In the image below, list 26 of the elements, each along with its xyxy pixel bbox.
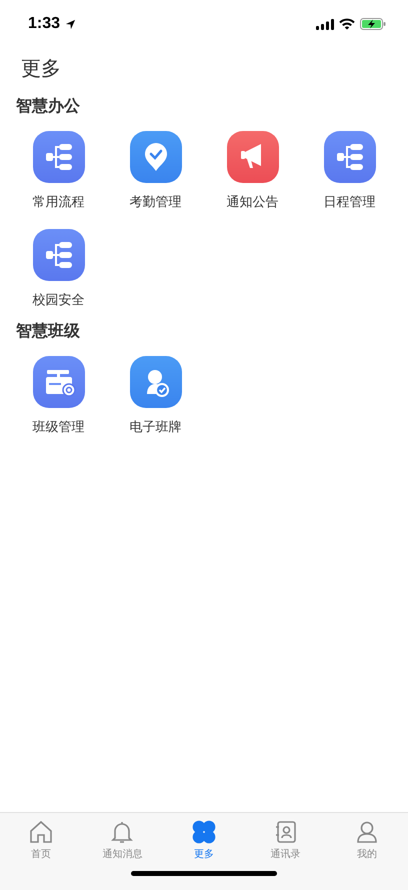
four-leaf-icon — [190, 819, 217, 845]
flowchart-icon[interactable] — [32, 229, 84, 281]
flowchart-icon[interactable] — [32, 131, 84, 183]
tab-bar-item[interactable]: 更多 — [163, 819, 245, 861]
battery-charging-icon — [360, 18, 386, 30]
app-label[interactable]: 通知公告 — [226, 193, 278, 211]
megaphone-icon[interactable] — [226, 131, 278, 183]
board-gear-icon[interactable] — [32, 356, 84, 408]
location-check-icon[interactable] — [130, 131, 182, 183]
app-label[interactable]: 常用流程 — [32, 193, 84, 211]
wifi-icon — [339, 18, 355, 30]
signal-icon — [316, 18, 334, 30]
home-icon — [28, 819, 54, 845]
status-time: 1:33 — [28, 15, 60, 33]
app-label[interactable]: 考勤管理 — [130, 193, 182, 211]
section-heading: 智慧班级 — [16, 321, 81, 342]
app-label[interactable]: 日程管理 — [324, 193, 376, 211]
location-arrow-icon — [65, 18, 76, 30]
app-label[interactable]: 校园安全 — [32, 291, 84, 309]
page-title: 更多 — [21, 55, 62, 82]
section-heading: 智慧办公 — [16, 96, 81, 117]
app-label[interactable]: 班级管理 — [32, 418, 84, 436]
app-label[interactable]: 电子班牌 — [130, 418, 182, 436]
person-check-icon[interactable] — [130, 356, 182, 408]
flowchart-icon[interactable] — [324, 131, 376, 183]
bell-icon — [109, 819, 136, 845]
